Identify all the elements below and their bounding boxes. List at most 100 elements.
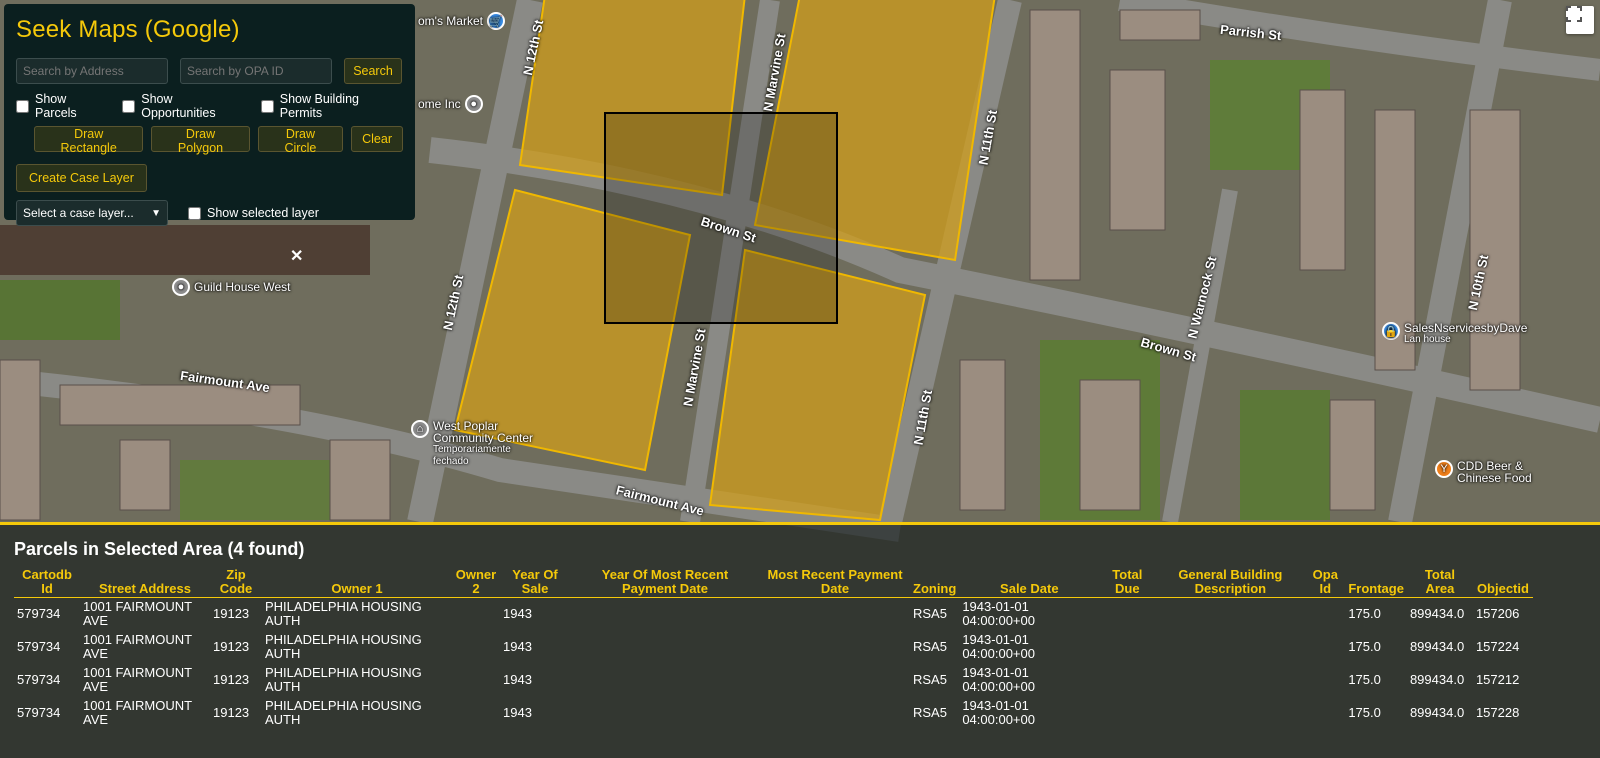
show-building-permits-toggle[interactable] [260,99,274,113]
table-cell: 1943-01-01 04:00:00+00 [962,599,1035,629]
table-cell [1099,664,1155,697]
table-cell: 175.0 [1348,672,1381,687]
table-cell: 1943-01-01 04:00:00+00 [962,632,1035,661]
column-header[interactable]: Opa Id [1305,568,1346,598]
selection-rectangle [604,112,838,324]
table-cell: 157212 [1475,672,1520,687]
show-parcels-checkbox[interactable]: Show Parcels [16,92,110,120]
show-building-permits-checkbox[interactable]: Show Building Permits [260,92,403,120]
draw-rectangle-button[interactable]: Draw Rectangle [34,126,144,155]
column-header[interactable]: Zoning [910,568,960,598]
results-panel: Parcels in Selected Area (4 found) Carto… [0,522,1600,758]
column-header[interactable]: Total Area [1406,568,1473,598]
show-selected-layer-toggle[interactable] [188,206,201,220]
table-cell: 579734 [17,705,61,720]
parcels-table: Cartodb Id Street Address Zip Code Owner 1O… [14,568,1533,730]
column-header[interactable]: General Building Description [1155,568,1306,598]
table-cell: 19123 [213,639,250,654]
show-opportunities-toggle[interactable] [122,99,136,113]
column-header[interactable]: Objectid [1472,568,1533,598]
draw-polygon-button[interactable]: Draw Polygon [151,126,250,155]
table-cell: 579734 [17,606,61,622]
clear-button[interactable]: Clear [351,126,403,152]
case-layer-select[interactable]: Select a case layer... ▼ [16,200,168,226]
table-cell [570,697,760,730]
table-cell [452,697,500,730]
table-cell: 1943 [503,672,532,687]
column-header[interactable]: Owner 1 [262,568,452,598]
fullscreen-icon [1566,6,1582,22]
table-cell: PHILADELPHIA HOUSING AUTH [265,665,422,694]
table-cell: PHILADELPHIA HOUSING AUTH [265,698,422,727]
table-cell: 1001 FAIRMOUNT AVE [83,632,192,661]
show-selected-layer-checkbox[interactable]: Show selected layer [188,206,319,220]
table-cell: 157228 [1475,705,1520,720]
table-cell [1155,598,1305,631]
search-button[interactable]: Search [344,58,402,84]
close-icon[interactable]: ✕ [290,246,303,266]
column-header[interactable]: Most Recent Payment Date [760,568,910,598]
poi-sales-services[interactable]: 🔒 SalesNservicesbyDave Lan house [1382,322,1527,346]
show-opportunities-checkbox[interactable]: Show Opportunities [122,92,249,120]
column-header[interactable]: Year Of Most Recent Payment Date [570,568,760,598]
column-header[interactable]: Street Address [80,568,210,598]
table-cell [760,697,910,730]
column-header[interactable]: Frontage [1345,568,1407,598]
poi-cdd-beer[interactable]: Y CDD Beer & Chinese Food [1435,460,1532,484]
column-header[interactable]: Cartodb Id [14,568,80,598]
shopping-bag-icon: 🔒 [1382,322,1400,340]
poi-guild-house-west[interactable]: ● Guild House West [172,278,291,296]
table-row[interactable]: 579734 1001 FAIRMOUNT AVE 19123 PHILADELPHI… [14,697,1533,730]
table-cell: RSA5 [913,672,947,687]
table-cell [1099,697,1155,730]
table-cell: 1943-01-01 04:00:00+00 [962,698,1035,727]
table-cell [1305,664,1345,697]
table-cell [1305,598,1345,631]
table-cell: 579734 [17,639,61,654]
column-header[interactable]: Owner 2 [452,568,500,598]
column-header[interactable]: Sale Date [959,568,1100,598]
poi-community-center[interactable]: ⌂ West Poplar Community Center Temporari… [411,420,533,468]
table-cell [1155,664,1305,697]
table-cell [1155,697,1305,730]
table-cell [570,664,760,697]
table-header-row: Cartodb Id Street Address Zip Code Owner 1O… [14,568,1533,598]
table-cell: 1943 [503,606,532,622]
table-body: 579734 1001 FAIRMOUNT AVE 19123 PHILADELPHI… [14,598,1533,730]
table-cell [760,664,910,697]
column-header[interactable]: Zip Code [210,568,262,598]
table-cell: 579734 [17,672,61,687]
poi-market[interactable]: om's Market 🛒 [418,12,505,30]
table-cell [1305,697,1345,730]
draw-circle-button[interactable]: Draw Circle [257,126,344,155]
table-cell: 899434.0 [1409,639,1465,654]
table-cell: 1001 FAIRMOUNT AVE [83,599,192,629]
opa-id-search-input[interactable] [180,58,332,84]
table-cell [1099,598,1155,631]
table-cell: 899434.0 [1409,606,1465,622]
column-header[interactable]: Year Of Sale [500,568,570,598]
fullscreen-button[interactable] [1566,6,1594,34]
app-title: Seek Maps (Google) [16,16,240,43]
table-cell: 1001 FAIRMOUNT AVE [83,698,192,727]
restaurant-icon: Y [1435,460,1453,478]
table-cell: 899434.0 [1409,672,1465,687]
address-search-input[interactable] [16,58,168,84]
table-cell: 19123 [213,672,250,687]
poi-home-inc[interactable]: ome Inc ● [418,95,483,113]
column-header[interactable]: Total Due [1099,568,1156,598]
show-parcels-toggle[interactable] [16,99,29,113]
create-case-layer-button[interactable]: Create Case Layer [16,164,147,192]
table-cell: 1943 [503,705,532,720]
table-cell: 19123 [213,606,250,622]
table-cell: 157224 [1475,639,1520,654]
poi-marker-icon: ● [464,95,483,113]
table-cell [452,664,500,697]
table-row[interactable]: 579734 1001 FAIRMOUNT AVE 19123 PHILADELPHI… [14,631,1533,664]
table-row[interactable]: 579734 1001 FAIRMOUNT AVE 19123 PHILADELPHI… [14,598,1533,631]
table-cell: 175.0 [1348,639,1381,654]
table-cell [452,598,500,631]
table-cell: 899434.0 [1409,705,1465,720]
table-row[interactable]: 579734 1001 FAIRMOUNT AVE 19123 PHILADELPHI… [14,664,1533,697]
table-cell [1155,631,1305,664]
